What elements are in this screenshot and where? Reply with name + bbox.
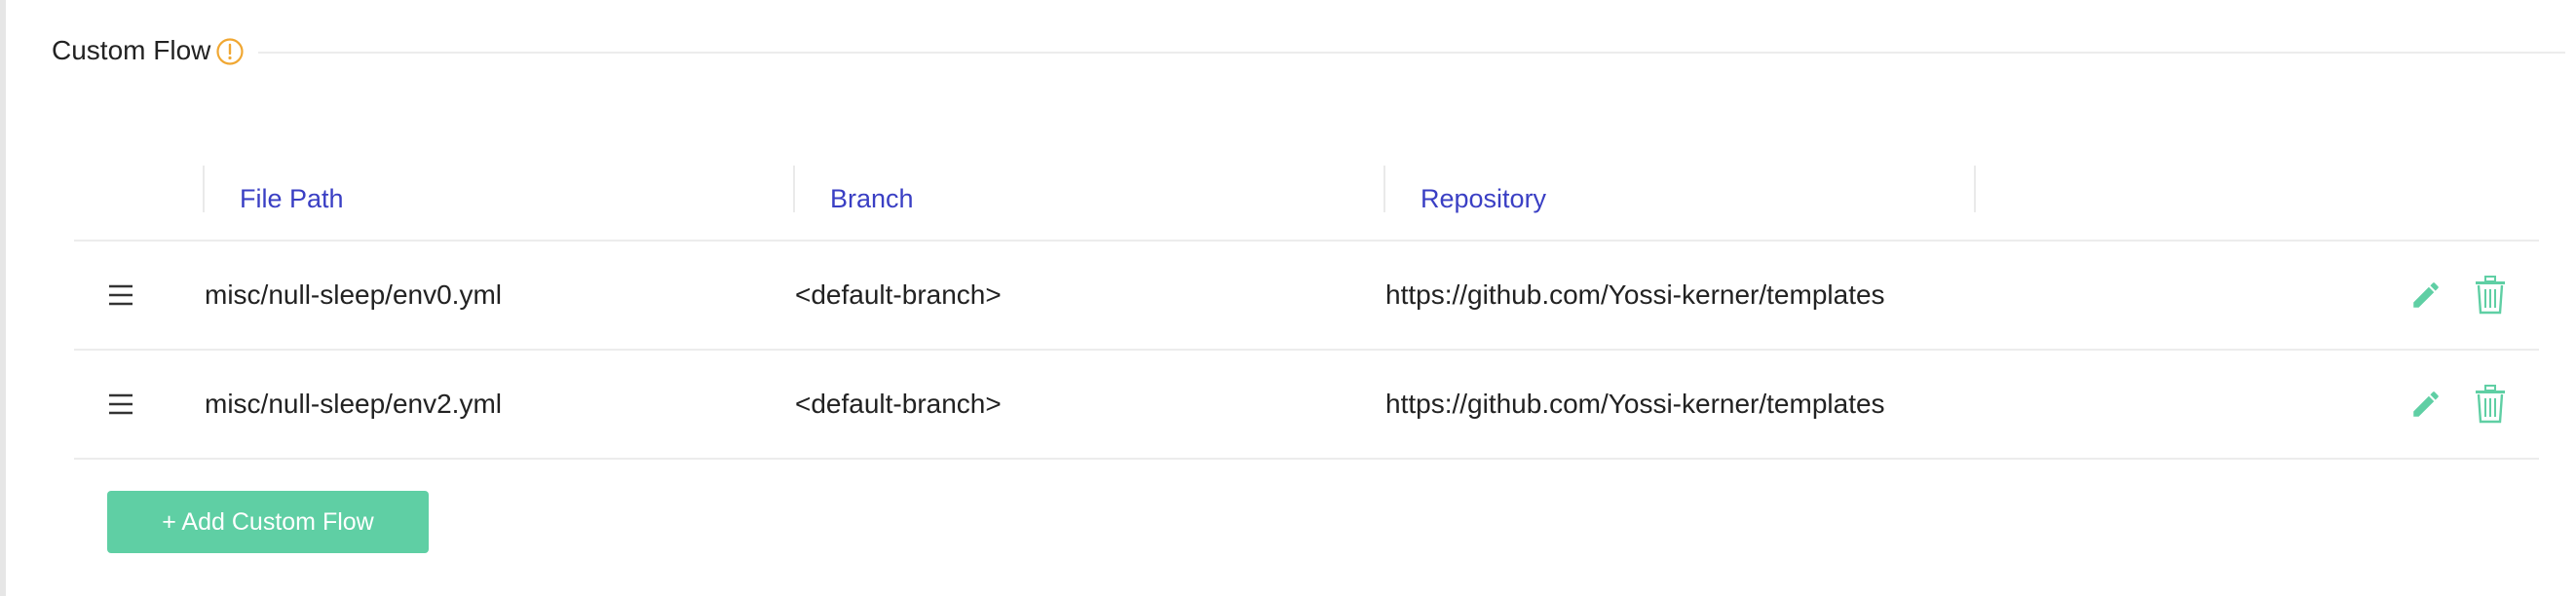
trash-icon[interactable] (2471, 384, 2510, 425)
add-custom-flow-button[interactable]: + Add Custom Flow (107, 491, 429, 553)
row-actions (2406, 242, 2510, 349)
warning-circle-icon[interactable] (215, 37, 245, 66)
cell-repository: https://github.com/Yossi-kerner/template… (1385, 389, 1885, 419)
drag-handle-icon[interactable] (107, 242, 138, 349)
table-row: misc/null-sleep/env2.yml <default-branch… (74, 351, 2539, 460)
cell-file-path: misc/null-sleep/env2.yml (205, 389, 502, 419)
trash-icon[interactable] (2471, 275, 2510, 316)
row-actions (2406, 351, 2510, 458)
table-header: File Path Branch Repository (74, 158, 2539, 242)
column-separator (203, 166, 205, 212)
section-title: Custom Flow (52, 35, 211, 65)
cell-repository: https://github.com/Yossi-kerner/template… (1385, 279, 1885, 310)
cell-file-path: misc/null-sleep/env0.yml (205, 279, 502, 310)
table-row: misc/null-sleep/env0.yml <default-branch… (74, 242, 2539, 351)
pencil-icon[interactable] (2406, 275, 2445, 316)
header-repository: Repository (1421, 183, 1547, 213)
column-separator (793, 166, 795, 212)
left-border (0, 0, 6, 596)
section-header: Custom Flow (52, 29, 2565, 74)
section-divider (258, 52, 2565, 54)
custom-flow-table: File Path Branch Repository misc/null-sl… (74, 158, 2539, 460)
header-branch: Branch (830, 183, 914, 213)
header-file-path: File Path (240, 183, 344, 213)
cell-branch: <default-branch> (795, 389, 1002, 419)
pencil-icon[interactable] (2406, 384, 2445, 425)
column-separator (1383, 166, 1385, 212)
cell-branch: <default-branch> (795, 279, 1002, 310)
column-separator (1974, 166, 1976, 212)
drag-handle-icon[interactable] (107, 351, 138, 458)
